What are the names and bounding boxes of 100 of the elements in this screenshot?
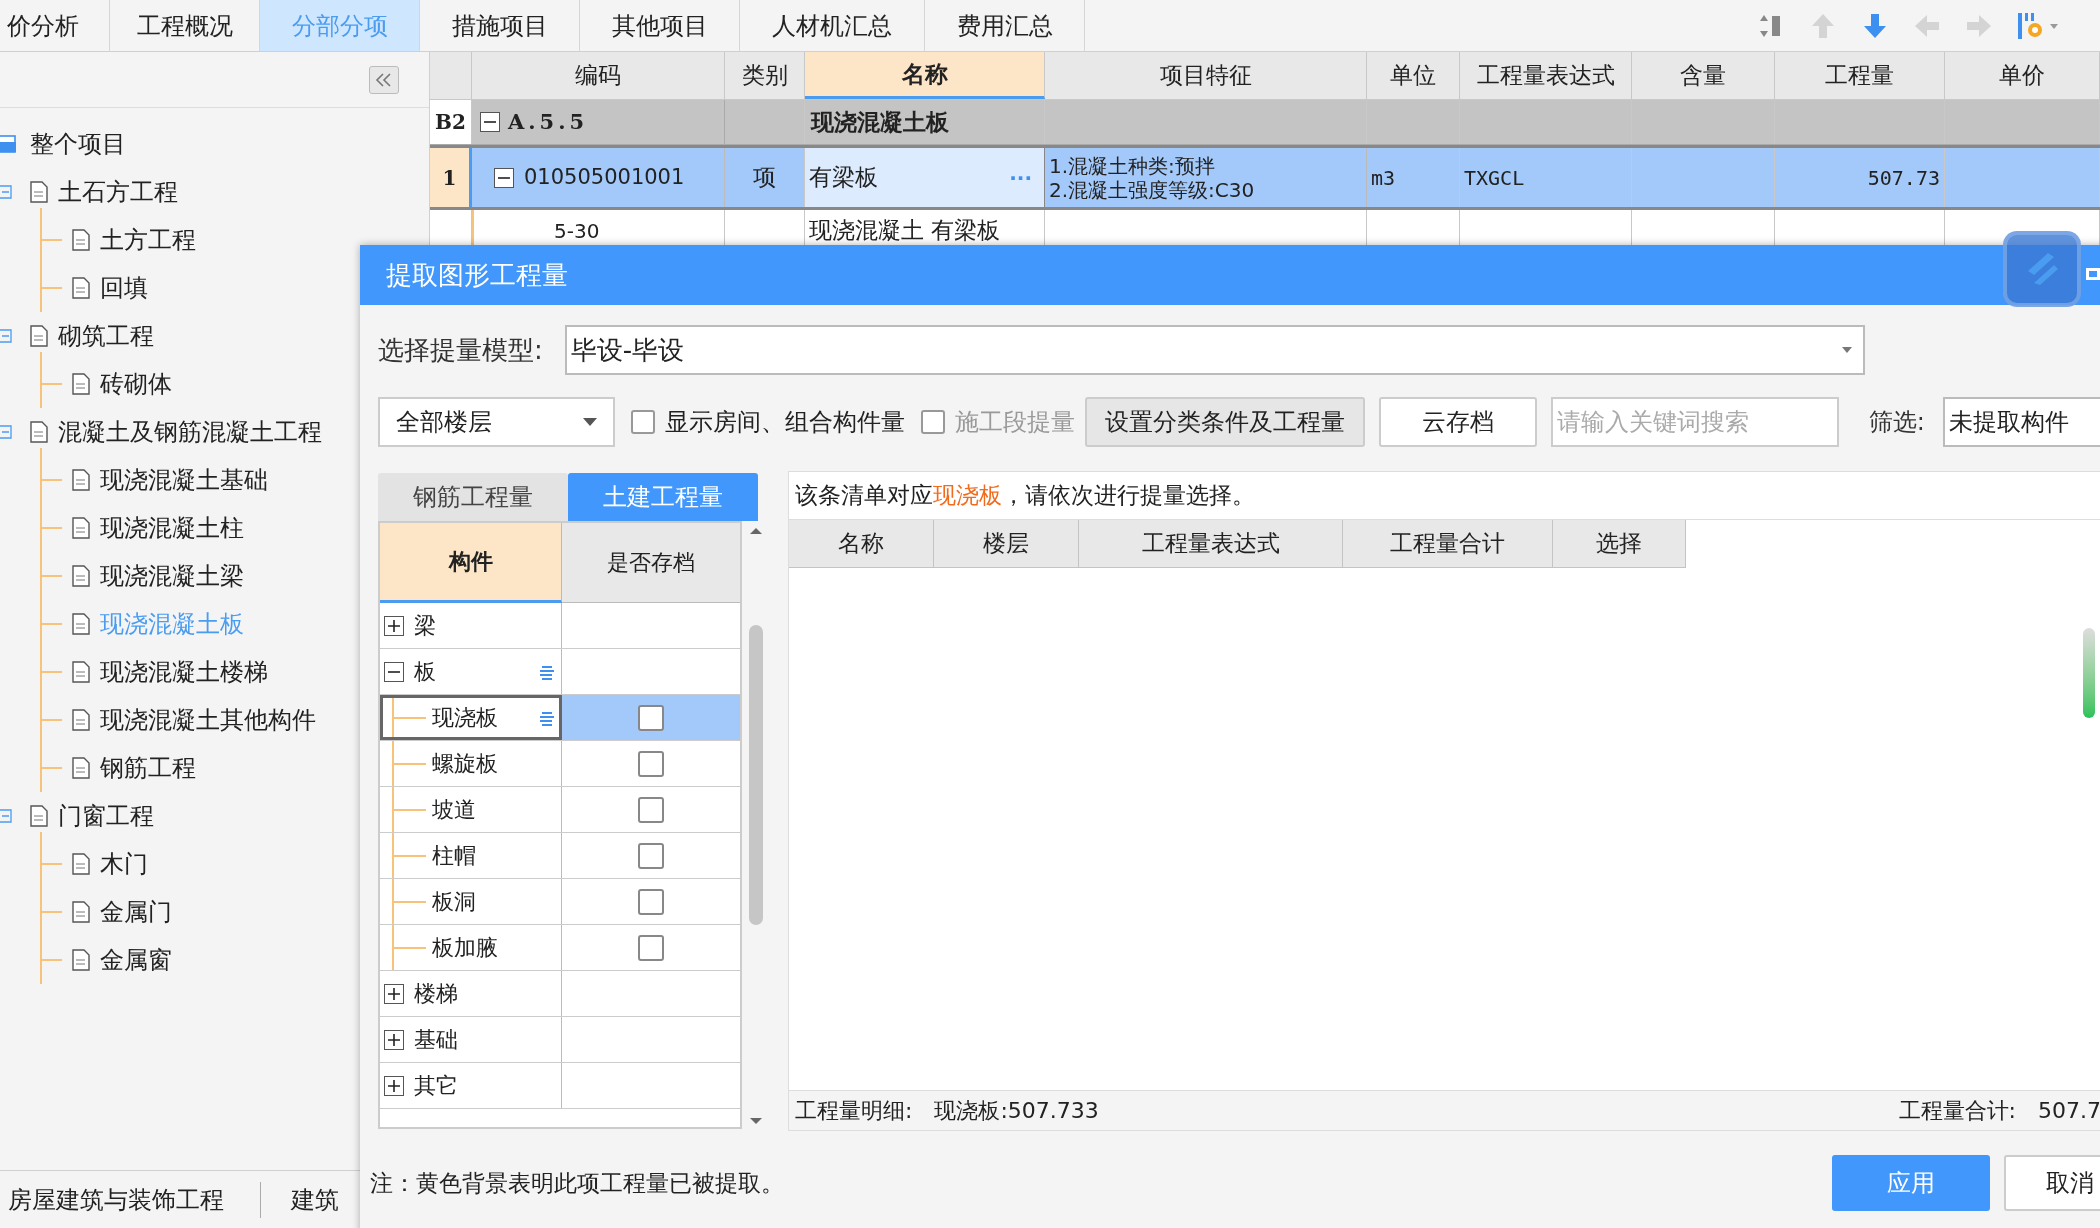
table-cell: 507.73 xyxy=(1775,148,1945,207)
field-label: 工程量合计: xyxy=(1898,1097,2016,1125)
tree-item[interactable]: 现浇混凝土柱 xyxy=(100,510,244,546)
document-icon xyxy=(72,229,90,251)
tree-item[interactable]: 整个项目 xyxy=(30,126,126,162)
filter-select[interactable]: 未提取构件 xyxy=(1942,397,2100,447)
tree-item[interactable]: 现浇混凝土梁 xyxy=(100,558,244,594)
column-header: 楼层 xyxy=(934,520,1079,568)
tree-item[interactable]: 木门 xyxy=(100,846,148,882)
component-item[interactable]: 梁 xyxy=(414,609,436,642)
document-icon xyxy=(72,469,90,491)
component-label: 柱帽 xyxy=(432,842,476,870)
document-icon xyxy=(30,805,48,827)
document-icon xyxy=(72,853,90,875)
component-label: 板洞 xyxy=(432,888,476,916)
tree-item[interactable]: 钢筋工程 xyxy=(100,750,196,786)
component-item[interactable]: 楼梯 xyxy=(414,977,458,1010)
document-icon xyxy=(72,757,90,779)
section-code: A.5.5 xyxy=(508,108,589,137)
tree-item[interactable]: 门窗工程 xyxy=(58,798,154,834)
tree-item[interactable]: 现浇混凝土楼梯 xyxy=(100,654,268,690)
field-label: 筛选: xyxy=(1868,407,1925,438)
component-label: 螺旋板 xyxy=(432,750,498,778)
checkbox[interactable] xyxy=(638,796,664,823)
column-header[interactable]: 工程量 xyxy=(1775,52,1945,99)
tree-item[interactable]: 现浇混凝土其他构件 xyxy=(100,702,316,738)
component-item[interactable]: 板 xyxy=(414,655,436,688)
table-cell: m3 xyxy=(1367,148,1460,207)
document-icon xyxy=(72,709,90,731)
feature-text: 2.混凝土强度等级:C30 xyxy=(1049,177,1256,202)
action-button[interactable]: 设置分类条件及工程量 xyxy=(1084,397,1366,447)
field-label: 选择提量模型: xyxy=(378,333,543,367)
tree-item[interactable]: 砌筑工程 xyxy=(58,318,154,354)
checkbox[interactable] xyxy=(638,750,664,777)
document-icon xyxy=(72,373,90,395)
column-header: 构件 xyxy=(380,523,562,603)
dialog-title: 提取图形工程量 xyxy=(386,258,568,292)
document-icon xyxy=(30,325,48,347)
checkbox[interactable] xyxy=(638,888,664,915)
collapse-button[interactable] xyxy=(369,65,399,94)
action-button[interactable]: 云存档 xyxy=(1379,397,1537,447)
document-icon xyxy=(72,277,90,299)
checkbox-label: 施工段提量 xyxy=(954,407,1075,438)
tree-item[interactable]: 土石方工程 xyxy=(58,174,178,210)
document-icon xyxy=(72,565,90,587)
column-header: 是否存档 xyxy=(562,523,740,603)
document-icon xyxy=(30,421,48,443)
tab[interactable]: 钢筋工程量 xyxy=(378,473,568,521)
column-header[interactable]: 编码 xyxy=(472,52,725,99)
column-header[interactable]: 名称 xyxy=(805,52,1045,99)
item-name: 有梁板 xyxy=(809,163,878,193)
tree-item[interactable]: 金属窗 xyxy=(100,942,172,978)
tree-item[interactable]: 现浇混凝土基础 xyxy=(100,462,268,498)
dialog-button[interactable]: 取消 xyxy=(2004,1155,2100,1211)
column-header: 名称 xyxy=(789,520,934,568)
component-item[interactable]: 基础 xyxy=(414,1023,458,1056)
row-number: 1 xyxy=(430,148,472,207)
column-header[interactable]: 单价 xyxy=(1945,52,2100,99)
double-chevron-icon xyxy=(375,72,393,87)
document-icon xyxy=(72,613,90,635)
scrollbar-thumb[interactable] xyxy=(749,625,763,925)
model-select[interactable]: 毕设-毕设 xyxy=(564,325,1865,375)
tree-item[interactable]: 混凝土及钢筋混凝土工程 xyxy=(58,414,322,450)
total-value: 507.7 xyxy=(2038,1097,2100,1125)
column-header: 工程量合计 xyxy=(1343,520,1553,568)
component-item[interactable]: 其它 xyxy=(414,1069,458,1102)
tree-item[interactable]: 回填 xyxy=(100,270,148,306)
tree-item[interactable]: 土方工程 xyxy=(100,222,196,258)
checkbox[interactable] xyxy=(638,934,664,961)
checkbox[interactable] xyxy=(631,410,655,434)
settings-icon[interactable] xyxy=(2016,10,2060,41)
scroll-up-icon xyxy=(749,527,763,535)
column-header[interactable]: 单位 xyxy=(1367,52,1460,99)
field-label: 工程量明细: xyxy=(795,1097,913,1125)
column-header[interactable]: 含量 xyxy=(1632,52,1775,99)
dropdown-icon xyxy=(583,417,597,427)
section-name: 现浇混凝土板 xyxy=(805,100,1045,144)
dropdown-icon xyxy=(1840,346,1853,354)
checkbox-label: 显示房间、组合构件量 xyxy=(664,407,905,438)
detail-value: 现浇板:507.733 xyxy=(934,1097,1099,1125)
bottom-tab[interactable]: 房屋建筑与装饰工程 xyxy=(0,1181,261,1218)
note-text: 注：黄色背景表明此项工程量已被提取。 xyxy=(370,1168,784,1198)
column-header: 选择 xyxy=(1553,520,1686,568)
floor-select[interactable]: 全部楼层 xyxy=(378,397,615,447)
bottom-tab[interactable]: 建筑 xyxy=(261,1181,355,1218)
search-field[interactable]: 请输入关键词搜索 xyxy=(1550,397,1839,447)
tree-item[interactable]: 金属门 xyxy=(100,894,172,930)
row-number: B2 xyxy=(430,100,472,144)
feature-text: 1.混凝土种类:预拌 xyxy=(1049,153,1216,178)
checkbox[interactable] xyxy=(638,842,664,869)
document-icon xyxy=(72,901,90,923)
tree-item[interactable]: 砖砌体 xyxy=(100,366,172,402)
component-label: 板加腋 xyxy=(432,934,498,962)
component-row[interactable]: 现浇板 xyxy=(380,695,562,740)
checkbox[interactable] xyxy=(638,704,664,731)
item-code: 010505001001 xyxy=(524,163,685,191)
column-header[interactable]: 项目特征 xyxy=(1045,52,1367,99)
floating-tool-button[interactable] xyxy=(2003,231,2081,307)
document-icon xyxy=(72,949,90,971)
column-header[interactable]: 工程量表达式 xyxy=(1460,52,1632,99)
